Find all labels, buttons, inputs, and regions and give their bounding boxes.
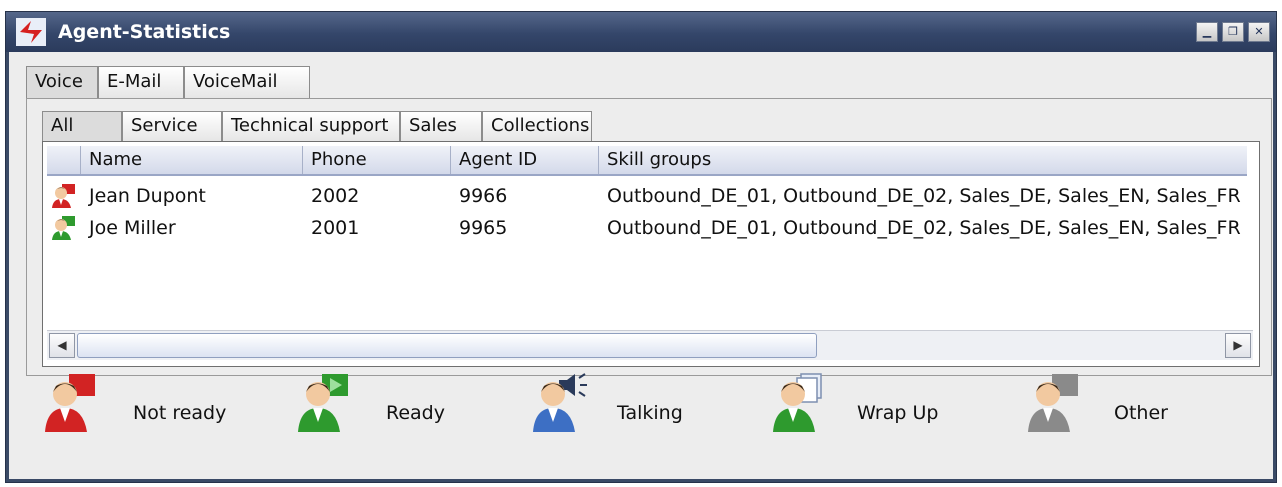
column-header-phone[interactable]: Phone bbox=[303, 146, 451, 174]
agent-statistics-window: Agent-Statistics ▁ ❐ ✕ Voice E-Mail Voic… bbox=[6, 12, 1276, 482]
legend-label-talking: Talking bbox=[617, 402, 683, 424]
not-ready-agent-icon bbox=[45, 374, 95, 432]
tab-voicemail[interactable]: VoiceMail bbox=[184, 66, 310, 98]
agent-grid: Name Phone Agent ID Skill groups Jean Du… bbox=[42, 141, 1260, 367]
minimize-button[interactable]: ▁ bbox=[1196, 22, 1218, 42]
cell-agent-id: 9966 bbox=[459, 185, 508, 207]
tab-all[interactable]: All bbox=[42, 111, 122, 141]
media-tab-strip: Voice E-Mail VoiceMail bbox=[26, 66, 310, 98]
restore-button[interactable]: ❐ bbox=[1222, 22, 1244, 42]
tab-technical-support[interactable]: Technical support bbox=[222, 111, 400, 141]
tab-sales[interactable]: Sales bbox=[400, 111, 482, 141]
legend-label-other: Other bbox=[1114, 402, 1168, 424]
column-header-name[interactable]: Name bbox=[81, 146, 303, 174]
tab-email[interactable]: E-Mail bbox=[98, 66, 184, 98]
tab-voice[interactable]: Voice bbox=[26, 66, 98, 98]
scroll-right-button[interactable]: ▶ bbox=[1225, 333, 1251, 358]
legend-label-wrap-up: Wrap Up bbox=[857, 402, 939, 424]
not-ready-agent-icon bbox=[52, 184, 75, 208]
column-header-agent-id[interactable]: Agent ID bbox=[451, 146, 599, 174]
cell-phone: 2002 bbox=[311, 185, 360, 207]
status-legend: Not ready Ready Talking Wrap Up Other bbox=[29, 372, 1259, 462]
horizontal-scrollbar[interactable]: ◀ ▶ bbox=[47, 330, 1253, 360]
tab-collections[interactable]: Collections bbox=[482, 111, 592, 141]
title-bar[interactable]: Agent-Statistics ▁ ❐ ✕ bbox=[6, 12, 1276, 52]
wrap-up-agent-icon bbox=[773, 373, 822, 432]
column-header-status[interactable] bbox=[47, 146, 81, 174]
scroll-left-button[interactable]: ◀ bbox=[49, 333, 75, 358]
tab-service[interactable]: Service bbox=[122, 111, 222, 141]
other-agent-icon bbox=[1028, 374, 1078, 432]
talking-agent-icon bbox=[533, 373, 587, 432]
table-row[interactable]: Jean Dupont 2002 9966 Outbound_DE_01, Ou… bbox=[47, 180, 1247, 212]
cell-agent-id: 9965 bbox=[459, 217, 508, 239]
column-header-skill-groups[interactable]: Skill groups bbox=[599, 146, 1247, 174]
group-tab-strip: All Service Technical support Sales Coll… bbox=[42, 109, 592, 141]
app-logo-icon bbox=[16, 18, 46, 46]
cell-skill-groups: Outbound_DE_01, Outbound_DE_02, Sales_DE… bbox=[607, 217, 1241, 239]
ready-agent-icon bbox=[298, 374, 348, 432]
grid-header: Name Phone Agent ID Skill groups bbox=[47, 146, 1247, 176]
close-button[interactable]: ✕ bbox=[1248, 22, 1270, 42]
table-row[interactable]: Joe Miller 2001 9965 Outbound_DE_01, Out… bbox=[47, 212, 1247, 244]
legend-label-not-ready: Not ready bbox=[133, 402, 227, 424]
legend-label-ready: Ready bbox=[386, 402, 445, 424]
window-title: Agent-Statistics bbox=[58, 21, 231, 43]
voice-panel: All Service Technical support Sales Coll… bbox=[26, 98, 1272, 376]
cell-name: Jean Dupont bbox=[89, 185, 206, 207]
scrollbar-thumb[interactable] bbox=[77, 333, 817, 358]
cell-phone: 2001 bbox=[311, 217, 360, 239]
cell-skill-groups: Outbound_DE_01, Outbound_DE_02, Sales_DE… bbox=[607, 185, 1241, 207]
ready-agent-icon bbox=[52, 216, 75, 240]
cell-name: Joe Miller bbox=[89, 217, 176, 239]
